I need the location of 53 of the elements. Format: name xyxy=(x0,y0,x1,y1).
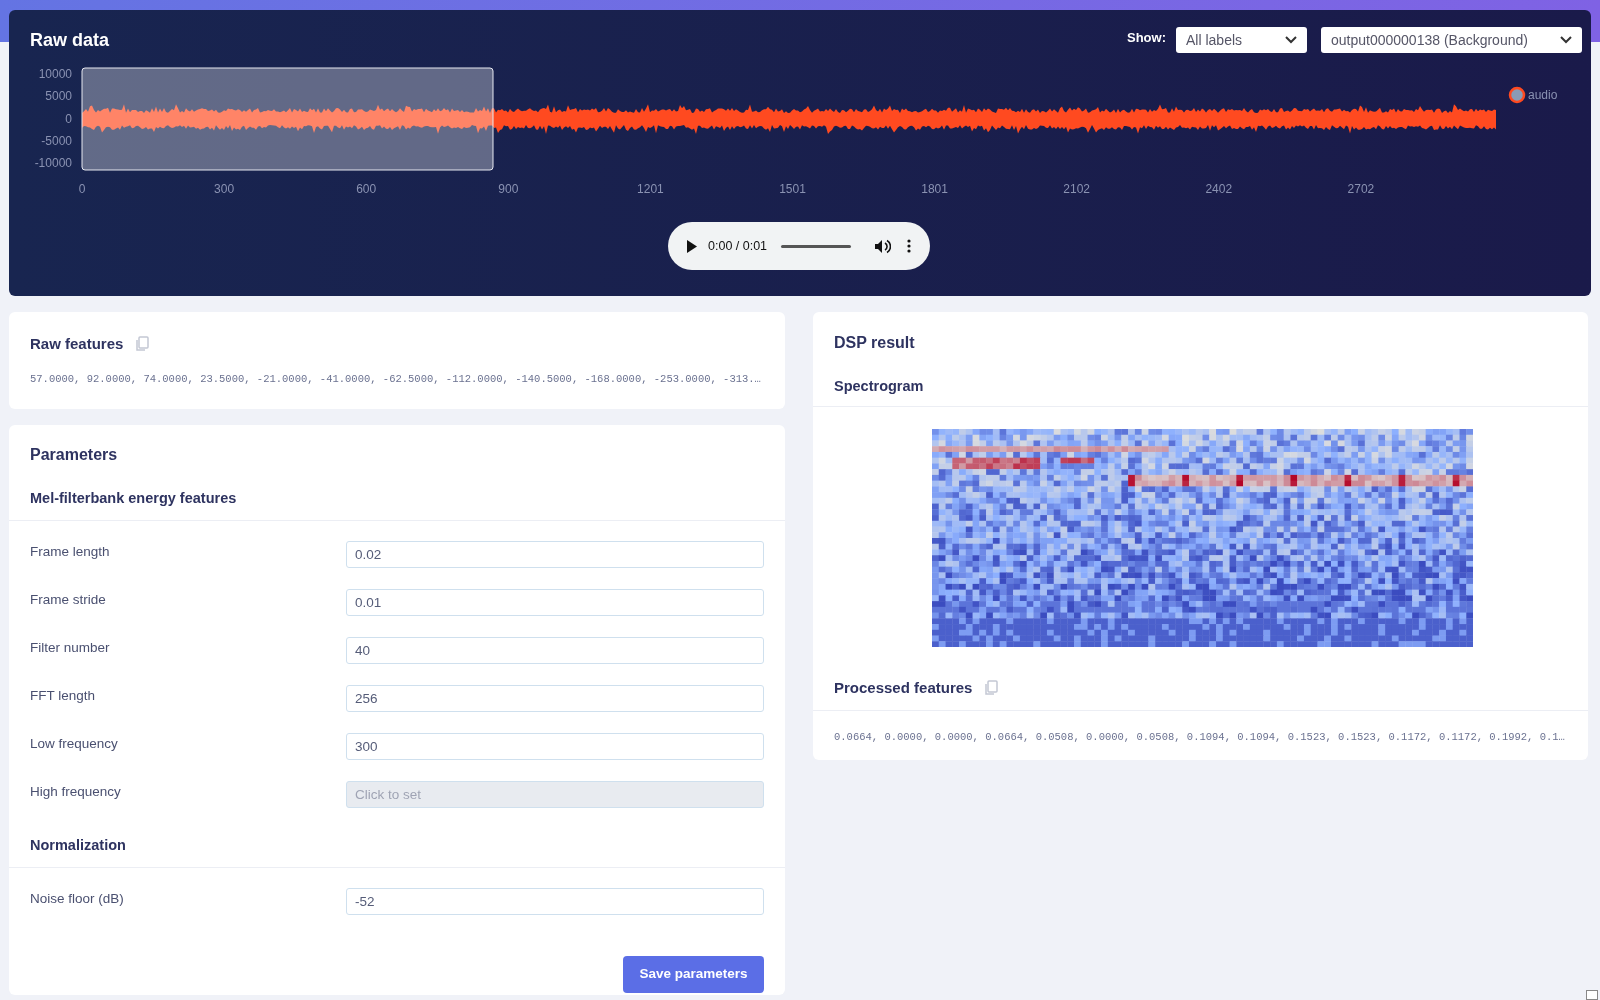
seek-bar[interactable] xyxy=(781,244,852,248)
panel-title: Raw data xyxy=(30,29,110,52)
save-parameters-button[interactable]: Save parameters xyxy=(623,956,764,993)
field-label: Low frequency xyxy=(30,735,119,753)
chevron-icon xyxy=(1560,36,1572,44)
field-label: High frequency xyxy=(30,783,122,801)
axis-label: 2702 xyxy=(1347,182,1375,196)
axis-label: 1201 xyxy=(637,182,664,196)
axis-label: 300 xyxy=(214,182,235,196)
more-options-icon[interactable] xyxy=(907,239,912,253)
axis-label: 2402 xyxy=(1205,182,1233,196)
axis-label: 1501 xyxy=(779,182,806,196)
section-title: Raw features xyxy=(30,334,124,354)
volume-icon[interactable] xyxy=(875,238,892,254)
input-field[interactable]: 300 xyxy=(346,733,764,760)
legend-marker xyxy=(1508,86,1526,104)
feature-values: 0.0664, 0.0000, 0.0000, 0.0664, 0.0508, 0.0000, 0.0508, 0.1094, 0.1094, 0.1523, 0.1523, 0.1172, 0.1172, 0.1992, 0.1… xyxy=(834,729,1565,745)
card-title: Parameters xyxy=(29,445,119,465)
axis-label: 10000 xyxy=(38,67,72,81)
axis-label: -10000 xyxy=(34,156,72,170)
card-title: DSP result xyxy=(833,333,916,353)
section-title: Normalization xyxy=(30,837,126,853)
sample-select[interactable]: output000000138 (Background) xyxy=(1321,27,1582,53)
input-field[interactable]: 0.01 xyxy=(346,589,764,616)
field-label: Filter number xyxy=(30,639,111,657)
section-title: Mel-filterbank energy features xyxy=(30,490,237,506)
input-field[interactable]: -52 xyxy=(346,888,764,915)
input-field: Click to set xyxy=(346,781,764,808)
audio-player[interactable]: 0:00 / 0:01 xyxy=(668,222,930,270)
axis-label: 1801 xyxy=(921,182,948,196)
field-label: FFT length xyxy=(30,687,97,705)
play-icon[interactable] xyxy=(686,239,698,253)
field-label: Frame length xyxy=(30,543,111,561)
axis-label: 5000 xyxy=(45,89,72,103)
input-field[interactable]: 256 xyxy=(346,685,764,712)
section-title: Processed features xyxy=(834,678,973,698)
field-label: Frame stride xyxy=(30,591,107,609)
axis-label: 900 xyxy=(498,182,519,196)
playback-time: 0:00 / 0:01 xyxy=(708,237,768,255)
axis-label: 2102 xyxy=(1063,182,1091,196)
label-filter-select[interactable]: All labels xyxy=(1176,27,1307,53)
axis-label: 0 xyxy=(78,182,86,196)
feature-values: 57.0000, 92.0000, 74.0000, 23.5000, -21.0000, -41.0000, -62.5000, -112.0000, -140.5000, -168.0000, -253.0000, -313.… xyxy=(30,371,761,386)
input-field[interactable]: 40 xyxy=(346,637,764,664)
legend-label: audio xyxy=(1528,88,1557,102)
axis-label: 0 xyxy=(65,112,72,126)
field-label: Noise floor (dB) xyxy=(30,890,125,908)
axis-label: 600 xyxy=(356,182,377,196)
axis-label: -5000 xyxy=(41,134,72,148)
chevron-icon xyxy=(1285,36,1297,44)
input-field[interactable]: 0.02 xyxy=(346,541,764,568)
section-title: Spectrogram xyxy=(834,378,924,394)
show-label: Show: xyxy=(1127,29,1166,48)
